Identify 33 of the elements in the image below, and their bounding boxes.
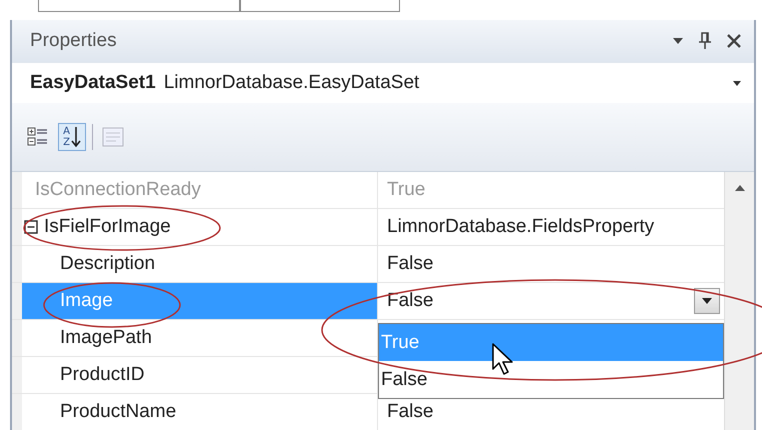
property-label: IsFielForImage xyxy=(44,216,171,238)
caret-icon xyxy=(701,297,713,305)
sort-letter: Z xyxy=(63,137,70,148)
collapse-icon[interactable] xyxy=(24,220,38,234)
mouse-cursor-icon xyxy=(491,342,513,376)
property-name[interactable]: ImagePath xyxy=(22,320,378,356)
text-field[interactable] xyxy=(38,0,240,12)
property-name[interactable]: Description xyxy=(22,246,378,282)
property-value[interactable]: False xyxy=(387,401,434,423)
toolbar-button[interactable]: A Z xyxy=(58,123,86,151)
property-name[interactable]: ProductName xyxy=(22,394,378,430)
text-field[interactable] xyxy=(240,0,400,12)
property-value[interactable]: False xyxy=(387,290,434,312)
property-value[interactable]: False xyxy=(387,253,434,275)
scroll-up-icon[interactable] xyxy=(734,184,746,192)
dropdown-option[interactable]: False xyxy=(379,361,723,398)
dropdown-arrow-icon[interactable] xyxy=(672,37,684,45)
pin-icon[interactable] xyxy=(698,32,712,50)
property-name[interactable]: IsFielForImage xyxy=(22,209,378,245)
object-name: EasyDataSet1 xyxy=(30,72,156,94)
panel-title: Properties xyxy=(30,30,118,52)
property-pages-icon xyxy=(102,127,124,147)
object-type: LimnorDatabase.EasyDataSet xyxy=(164,72,420,94)
property-name[interactable]: ProductID xyxy=(22,357,378,393)
object-selector[interactable]: EasyDataSet1 LimnorDatabase.EasyDataSet xyxy=(12,62,754,103)
dropdown-button[interactable] xyxy=(694,288,720,314)
sort-letter: A xyxy=(63,126,70,137)
categorized-icon xyxy=(27,126,49,148)
down-arrow-icon xyxy=(70,126,81,148)
close-icon[interactable] xyxy=(726,33,742,49)
dropdown-arrow-icon[interactable] xyxy=(732,80,742,86)
property-value[interactable]: LimnorDatabase.FieldsProperty xyxy=(387,216,654,238)
scrollbar[interactable] xyxy=(724,172,754,430)
